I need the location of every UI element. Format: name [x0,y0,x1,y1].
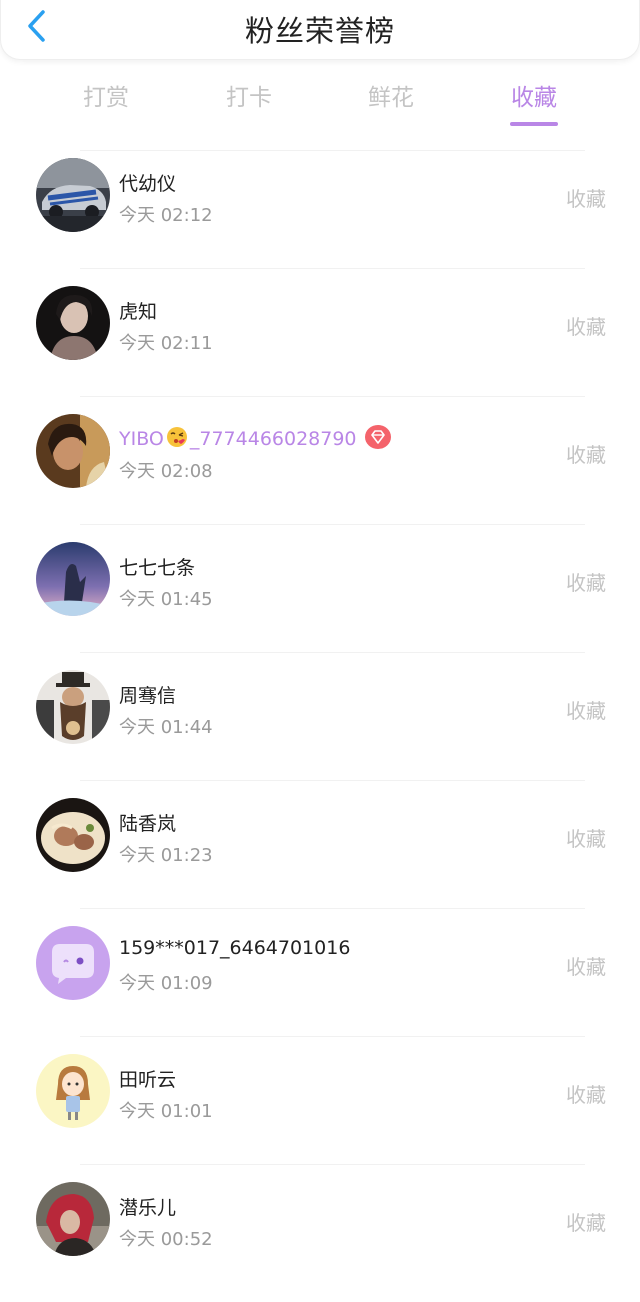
noodle-bowl-avatar[interactable] [36,798,110,872]
favorite-action[interactable]: 收藏 [566,823,606,852]
default-chat-avatar[interactable] [36,926,110,1000]
divider [80,1164,585,1165]
fan-time: 今天 01:23 [119,845,213,866]
divider [80,652,585,653]
diamond-badge-icon [364,425,391,449]
fan-name: 潜乐儿 [119,1197,177,1219]
page-title: 粉丝荣誉榜 [244,14,395,48]
fan-name-prefix: YIBO [119,428,164,450]
portrait-warm-avatar[interactable] [36,414,110,488]
favorite-action[interactable]: 收藏 [566,695,606,724]
tab-favorites-label: 收藏 [511,85,557,111]
divider [80,908,585,909]
fan-time: 今天 02:12 [119,205,213,226]
tab-checkin[interactable]: 打卡 [199,78,299,112]
tab-reward[interactable]: 打赏 [56,78,156,112]
fan-time: 今天 01:09 [119,973,213,994]
fan-time: 今天 01:45 [119,589,213,610]
list-item[interactable]: YIBO _7774466028790 今天 02:08 收藏 [0,406,640,534]
fan-time: 今天 00:52 [119,1229,213,1250]
fan-name: 陆香岚 [119,813,177,835]
red-hair-avatar[interactable] [36,1182,110,1256]
list-item[interactable]: 虎知 今天 02:11 收藏 [0,278,640,406]
tab-favorites[interactable]: 收藏 [484,78,584,126]
list-item[interactable]: 七七七条 今天 01:45 收藏 [0,534,640,662]
fan-name: 周骞信 [119,685,177,707]
fan-name-vip: YIBO _7774466028790 [119,425,391,450]
divider [80,268,585,269]
divider [80,780,585,781]
favorite-action[interactable]: 收藏 [566,951,606,980]
divider [80,1036,585,1037]
favorite-action[interactable]: 收藏 [566,439,606,468]
fan-time: 今天 02:08 [119,461,213,482]
portrait-dark-avatar[interactable] [36,286,110,360]
list-item[interactable]: 代幼仪 今天 02:12 收藏 [0,150,640,278]
favorite-action[interactable]: 收藏 [566,1207,606,1236]
fan-name: 159***017_6464701016 [119,937,351,959]
list-item[interactable]: 陆香岚 今天 01:23 收藏 [0,790,640,918]
car-avatar[interactable] [36,158,110,232]
fan-name: 七七七条 [119,557,196,579]
kiss-emoji-icon [166,427,187,447]
list-item[interactable]: 田听云 今天 01:01 收藏 [0,1046,640,1174]
favorite-action[interactable]: 收藏 [566,567,606,596]
cartoon-girl-avatar[interactable] [36,1054,110,1128]
fan-name: 代幼仪 [119,173,177,195]
fan-time: 今天 01:01 [119,1101,213,1122]
divider [80,524,585,525]
anime-sky-avatar[interactable] [36,542,110,616]
favorite-action[interactable]: 收藏 [566,311,606,340]
list-item[interactable]: 潜乐儿 今天 00:52 收藏 [0,1174,640,1302]
list-item[interactable]: 159***017_6464701016 今天 01:09 收藏 [0,918,640,1046]
fan-name: 田听云 [119,1069,177,1091]
fan-name: 虎知 [119,301,158,323]
fan-name-suffix: _7774466028790 [189,428,357,450]
tab-bar: 打赏 打卡 鲜花 收藏 [0,78,640,130]
fan-time: 今天 02:11 [119,333,213,354]
tab-flowers[interactable]: 鲜花 [341,78,441,112]
fan-time: 今天 01:44 [119,717,213,738]
top-bar: 粉丝荣誉榜 [0,0,640,60]
active-tab-indicator [510,122,558,126]
list-item[interactable]: 周骞信 今天 01:44 收藏 [0,662,640,790]
favorite-action[interactable]: 收藏 [566,1079,606,1108]
bearded-man-avatar[interactable] [36,670,110,744]
favorite-action[interactable]: 收藏 [566,183,606,212]
divider [80,396,585,397]
